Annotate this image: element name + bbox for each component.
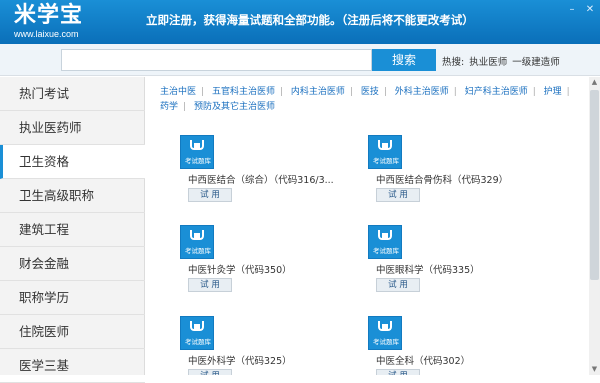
- tag-link[interactable]: 护理: [544, 87, 562, 97]
- exam-card-title: 中医全科（代码302）: [376, 356, 471, 367]
- exam-card: 考试题库 中医眼科学（代码335） 试 用: [368, 225, 538, 295]
- title-bar: 米学宝 www.laixue.com 立即注册，获得海量试题和全部功能。（注册后…: [0, 0, 600, 44]
- bowl-inner: [194, 324, 200, 329]
- exam-bank-icon-label: 考试题库: [185, 157, 211, 165]
- exam-bank-icon[interactable]: 考试题库: [368, 135, 402, 169]
- exam-card-title: 中医外科学（代码325）: [188, 356, 292, 367]
- bowl-inner: [194, 233, 200, 238]
- register-notice[interactable]: 立即注册，获得海量试题和全部功能。（注册后将不能更改考试）: [146, 12, 474, 28]
- tag-link[interactable]: 内科主治医师: [291, 87, 345, 97]
- exam-bank-icon-label: 考试题库: [373, 157, 399, 165]
- category-sidebar: 热门考试 执业医药师 卫生资格 卫生高级职称 建筑工程 财会金融 职称学历 住院…: [0, 77, 145, 383]
- trial-button[interactable]: 试 用: [376, 278, 420, 292]
- exam-bank-icon[interactable]: 考试题库: [368, 316, 402, 350]
- tag-separator: |: [383, 87, 387, 97]
- bowl-inner: [194, 143, 200, 148]
- search-bar: 搜索 热搜: 执业医师 一级建造师: [0, 44, 600, 76]
- exam-bank-icon-label: 考试题库: [185, 247, 211, 255]
- exam-card-title: 中西医结合（综合）（代码316/3...: [188, 175, 334, 186]
- tag-link[interactable]: 医技: [361, 87, 379, 97]
- tag-separator: |: [279, 87, 283, 97]
- close-icon[interactable]: ✕: [584, 4, 596, 16]
- exam-card: 考试题库 中医全科（代码302） 试 用: [368, 316, 538, 375]
- exam-card: 考试题库 中医针灸学（代码350） 试 用: [180, 225, 350, 295]
- bowl-inner: [382, 324, 388, 329]
- scroll-down-icon[interactable]: ▼: [589, 364, 600, 375]
- sidebar-item-construction[interactable]: 建筑工程: [0, 213, 145, 247]
- exam-bank-icon[interactable]: 考试题库: [368, 225, 402, 259]
- hot-search-item[interactable]: 一级建造师: [512, 57, 560, 68]
- sidebar-item-health-qualification[interactable]: 卫生资格: [0, 145, 145, 179]
- tag-separator: |: [566, 87, 570, 97]
- minimize-icon[interactable]: –: [566, 4, 578, 16]
- exam-card-title: 中医眼科学（代码335）: [376, 265, 480, 276]
- search-input[interactable]: [61, 49, 372, 71]
- sidebar-item-hot-exams[interactable]: 热门考试: [0, 77, 145, 111]
- tag-separator: |: [349, 87, 353, 97]
- bowl-inner: [382, 233, 388, 238]
- sidebar-item-finance[interactable]: 财会金融: [0, 247, 145, 281]
- exam-card: 考试题库 中西医结合骨伤科（代码329） 试 用: [368, 135, 538, 205]
- scrollbar-thumb[interactable]: [590, 90, 599, 280]
- logo-text: 米学宝: [14, 3, 84, 28]
- exam-bank-icon[interactable]: 考试题库: [180, 316, 214, 350]
- tag-link[interactable]: 外科主治医师: [395, 87, 449, 97]
- sidebar-item-medical-basics[interactable]: 医学三基: [0, 349, 145, 383]
- trial-button[interactable]: 试 用: [376, 188, 420, 202]
- sidebar-item-resident-physician[interactable]: 住院医师: [0, 315, 145, 349]
- exam-card-title: 中医针灸学（代码350）: [188, 265, 292, 276]
- window-controls: – ✕: [566, 4, 596, 16]
- vertical-scrollbar[interactable]: ▲ ▼: [589, 77, 600, 375]
- exam-bank-icon-label: 考试题库: [185, 338, 211, 346]
- sidebar-item-professional-education[interactable]: 职称学历: [0, 281, 145, 315]
- app-logo: 米学宝 www.laixue.com: [14, 3, 83, 40]
- subcategory-tags: 主治中医 | 五官科主治医师 | 内科主治医师 | 医技 | 外科主治医师 | 妇产科主治…: [160, 85, 578, 115]
- bowl-inner: [382, 143, 388, 148]
- exam-bank-icon[interactable]: 考试题库: [180, 135, 214, 169]
- exam-bank-icon[interactable]: 考试题库: [180, 225, 214, 259]
- tag-separator: |: [453, 87, 457, 97]
- tag-link[interactable]: 主治中医: [160, 87, 196, 97]
- search-button[interactable]: 搜索: [372, 49, 436, 71]
- tag-separator: |: [183, 102, 187, 112]
- tag-link[interactable]: 药学: [160, 102, 178, 112]
- hot-search: 热搜: 执业医师 一级建造师: [442, 54, 560, 68]
- scroll-up-icon[interactable]: ▲: [589, 77, 600, 88]
- tag-link[interactable]: 妇产科主治医师: [465, 87, 528, 97]
- exam-card: 考试题库 中西医结合（综合）（代码316/3... 试 用: [180, 135, 350, 205]
- trial-button[interactable]: 试 用: [188, 188, 232, 202]
- exam-card: 考试题库 中医外科学（代码325） 试 用: [180, 316, 350, 375]
- tag-separator: |: [201, 87, 205, 97]
- trial-button[interactable]: 试 用: [188, 369, 232, 375]
- sidebar-item-licensed-physician[interactable]: 执业医药师: [0, 111, 145, 145]
- exam-card-title: 中西医结合骨伤科（代码329）: [376, 175, 509, 186]
- exam-bank-icon-label: 考试题库: [373, 338, 399, 346]
- tag-separator: |: [532, 87, 536, 97]
- trial-button[interactable]: 试 用: [376, 369, 420, 375]
- tag-link[interactable]: 五官科主治医师: [212, 87, 275, 97]
- main-content: 主治中医 | 五官科主治医师 | 内科主治医师 | 医技 | 外科主治医师 | 妇产科主治…: [150, 77, 588, 375]
- tag-link[interactable]: 预防及其它主治医师: [194, 102, 275, 112]
- exam-bank-icon-label: 考试题库: [373, 247, 399, 255]
- sidebar-item-senior-health-title[interactable]: 卫生高级职称: [0, 179, 145, 213]
- trial-button[interactable]: 试 用: [188, 278, 232, 292]
- hot-search-label: 热搜:: [442, 57, 465, 68]
- hot-search-item[interactable]: 执业医师: [469, 57, 507, 68]
- logo-url: www.laixue.com: [14, 29, 79, 39]
